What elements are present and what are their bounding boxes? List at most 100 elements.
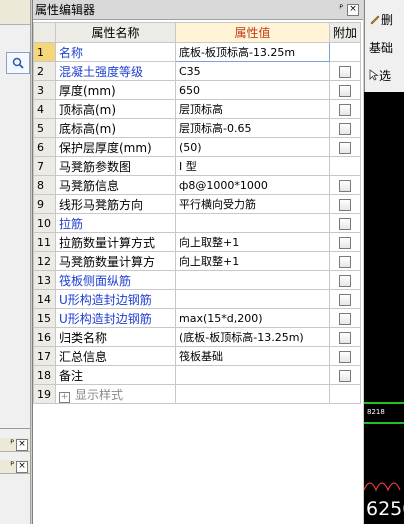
search-icon <box>12 57 24 69</box>
row-number[interactable]: 18 <box>33 365 56 385</box>
table-row[interactable]: 11 拉筋数量计算方式 向上取整+1 <box>33 232 361 252</box>
property-value[interactable]: 向上取整+1 <box>175 251 330 271</box>
foundation-button[interactable]: 基础 <box>369 36 404 58</box>
table-row[interactable]: 13 筏板侧面纵筋 <box>33 270 361 290</box>
search-button[interactable] <box>6 52 30 74</box>
row-number[interactable]: 3 <box>33 80 56 100</box>
property-value[interactable]: 层顶标高 <box>175 99 330 119</box>
row-number[interactable]: 12 <box>33 251 56 271</box>
row-number[interactable]: 11 <box>33 232 56 252</box>
close-icon[interactable]: × <box>347 3 359 16</box>
row-number[interactable]: 19 <box>33 384 56 404</box>
table-row[interactable]: 18 备注 <box>33 365 361 385</box>
row-number[interactable]: 5 <box>33 118 56 138</box>
table-row[interactable]: 14 U形构造封边钢筋 <box>33 289 361 309</box>
property-value[interactable]: 层顶标高-0.65 <box>175 118 330 138</box>
extra-cell <box>329 213 361 233</box>
property-value[interactable]: 向上取整+1 <box>175 232 330 252</box>
column-header-value[interactable]: 属性值 <box>175 22 330 43</box>
table-row[interactable]: 3 厚度(mm) 650 <box>33 80 361 100</box>
extra-checkbox[interactable] <box>339 141 351 154</box>
left-panel-header-1: ᴾ × <box>0 438 30 452</box>
extra-checkbox[interactable] <box>339 84 351 97</box>
pin-icon[interactable]: ᴾ <box>339 4 343 15</box>
property-value[interactable] <box>175 384 330 404</box>
table-row[interactable]: 15 U形构造封边钢筋 max(15*d,200) <box>33 308 361 328</box>
extra-cell <box>329 194 361 214</box>
extra-checkbox[interactable] <box>339 274 351 287</box>
extra-cell <box>329 251 361 271</box>
row-number[interactable]: 10 <box>33 213 56 233</box>
table-row[interactable]: 1 名称 底板-板顶标高-13.25m <box>33 42 361 62</box>
table-row[interactable]: 16 归类名称 (底板-板顶标高-13.25m) <box>33 327 361 347</box>
property-value[interactable]: 底板-板顶标高-13.25m <box>175 42 330 62</box>
extra-checkbox[interactable] <box>339 369 351 382</box>
extra-checkbox[interactable] <box>339 331 351 344</box>
property-value[interactable]: I 型 <box>175 156 330 176</box>
property-value[interactable]: max(15*d,200) <box>175 308 330 328</box>
row-number[interactable]: 13 <box>33 270 56 290</box>
row-number[interactable]: 14 <box>33 289 56 309</box>
close-icon[interactable]: × <box>16 438 28 451</box>
extra-checkbox[interactable] <box>339 179 351 192</box>
table-row[interactable]: 8 马凳筋信息 ф8@1000*1000 <box>33 175 361 195</box>
table-row[interactable]: 7 马凳筋参数图 I 型 <box>33 156 361 176</box>
row-number[interactable]: 6 <box>33 137 56 157</box>
property-value[interactable]: 筏板基础 <box>175 346 330 366</box>
delete-button[interactable]: 删 <box>369 8 404 30</box>
property-value[interactable]: ф8@1000*1000 <box>175 175 330 195</box>
extra-checkbox[interactable] <box>339 217 351 230</box>
row-number[interactable]: 9 <box>33 194 56 214</box>
property-name: 马凳筋数量计算方 <box>55 251 176 271</box>
canvas-arc <box>364 482 401 492</box>
drawing-canvas[interactable]: 8218 6250 <box>364 92 404 524</box>
column-header-name[interactable]: 属性名称 <box>55 22 176 43</box>
property-name: 混凝土强度等级 <box>55 61 176 81</box>
table-row[interactable]: 6 保护层厚度(mm) (50) <box>33 137 361 157</box>
property-value[interactable]: (50) <box>175 137 330 157</box>
extra-checkbox[interactable] <box>339 236 351 249</box>
table-row[interactable]: 4 顶标高(m) 层顶标高 <box>33 99 361 119</box>
table-row[interactable]: 19 + 显示样式 <box>33 384 361 404</box>
table-row[interactable]: 2 混凝土强度等级 C35 <box>33 61 361 81</box>
property-name: 顶标高(m) <box>55 99 176 119</box>
row-number[interactable]: 17 <box>33 346 56 366</box>
close-icon[interactable]: × <box>16 460 28 473</box>
row-number[interactable]: 4 <box>33 99 56 119</box>
row-number[interactable]: 7 <box>33 156 56 176</box>
expand-icon[interactable]: + <box>59 391 70 403</box>
property-value[interactable]: (底板-板顶标高-13.25m) <box>175 327 330 347</box>
row-number[interactable]: 16 <box>33 327 56 347</box>
canvas-line <box>364 402 404 404</box>
row-number[interactable]: 8 <box>33 175 56 195</box>
property-value[interactable]: C35 <box>175 61 330 81</box>
extra-checkbox[interactable] <box>339 312 351 325</box>
table-row[interactable]: 9 线形马凳筋方向 平行横向受力筋 <box>33 194 361 214</box>
table-row[interactable]: 12 马凳筋数量计算方 向上取整+1 <box>33 251 361 271</box>
column-header-extra[interactable]: 附加 <box>329 22 361 43</box>
property-value[interactable]: 平行横向受力筋 <box>175 194 330 214</box>
extra-checkbox[interactable] <box>339 255 351 268</box>
extra-checkbox[interactable] <box>339 122 351 135</box>
pin-icon[interactable]: ᴾ <box>10 461 14 472</box>
property-value[interactable] <box>175 270 330 290</box>
property-value[interactable] <box>175 289 330 309</box>
property-value[interactable] <box>175 213 330 233</box>
property-value[interactable]: 650 <box>175 80 330 100</box>
grid-header-row: 属性名称 属性值 附加 <box>33 22 361 43</box>
row-number[interactable]: 1 <box>33 42 56 62</box>
table-row[interactable]: 10 拉筋 <box>33 213 361 233</box>
extra-checkbox[interactable] <box>339 350 351 363</box>
row-number[interactable]: 15 <box>33 308 56 328</box>
extra-checkbox[interactable] <box>339 65 351 78</box>
select-button[interactable]: 选 <box>369 64 404 86</box>
extra-checkbox[interactable] <box>339 293 351 306</box>
property-value[interactable] <box>175 365 330 385</box>
pin-icon[interactable]: ᴾ <box>10 439 14 450</box>
table-row[interactable]: 17 汇总信息 筏板基础 <box>33 346 361 366</box>
column-header-num <box>33 22 56 43</box>
extra-checkbox[interactable] <box>339 103 351 116</box>
table-row[interactable]: 5 底标高(m) 层顶标高-0.65 <box>33 118 361 138</box>
row-number[interactable]: 2 <box>33 61 56 81</box>
extra-checkbox[interactable] <box>339 198 351 211</box>
